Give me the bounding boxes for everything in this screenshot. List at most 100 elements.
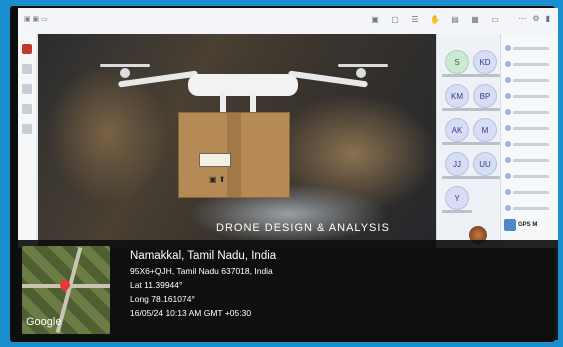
latitude: Lat 11.39944°	[130, 280, 183, 290]
participant-avatar[interactable]: BP	[470, 84, 500, 111]
item-icon	[505, 173, 511, 179]
avatar-initials: Y	[454, 193, 460, 203]
avatar-initials: UU	[479, 159, 491, 169]
item-icon	[505, 141, 511, 147]
avatar-name-bar	[470, 74, 500, 77]
more-options-icon[interactable]: ▭	[488, 12, 502, 26]
list-item[interactable]	[505, 172, 555, 180]
item-icon	[505, 125, 511, 131]
list-item[interactable]	[505, 156, 555, 164]
item-icon	[505, 61, 511, 67]
right-panel	[500, 34, 558, 248]
package-symbols: ▣ ⬆	[209, 175, 226, 184]
list-item[interactable]	[505, 108, 555, 116]
avatar-name-bar	[470, 108, 500, 111]
avatar-initials: M	[481, 125, 489, 135]
toolbar: ▣ ▢ ☰ ✋ ▤ ▦ ▭	[368, 12, 502, 26]
gps-app-label: GPS M	[518, 222, 538, 228]
avatar-name-bar	[442, 142, 472, 145]
window-title: ▣ ▣ ▭	[24, 16, 48, 23]
participant-avatar[interactable]: KM	[442, 84, 472, 111]
item-text-bar	[513, 62, 549, 66]
participant-avatar[interactable]: JJ	[442, 152, 472, 179]
list-item[interactable]	[505, 60, 555, 68]
avatar-initials: KM	[451, 91, 463, 101]
list-item[interactable]	[505, 204, 555, 212]
avatar-name-bar	[442, 176, 472, 179]
item-icon	[505, 205, 511, 211]
ellipsis-icon[interactable]: ⋯	[518, 14, 526, 23]
item-text-bar	[513, 126, 549, 130]
participants-panel: S KD KM BP AK M JJ UU Y	[436, 34, 501, 248]
list-item[interactable]	[505, 140, 555, 148]
map-thumbnail: Google	[22, 246, 110, 334]
drone-motor	[356, 68, 366, 78]
participant-avatar[interactable]: AK	[442, 118, 472, 145]
participant-avatar[interactable]: M	[470, 118, 500, 145]
item-text-bar	[513, 190, 549, 194]
item-text-bar	[513, 174, 549, 178]
item-icon	[505, 45, 511, 51]
item-text-bar	[513, 158, 549, 162]
sidebar-item-activity[interactable]	[22, 44, 32, 54]
avatar-initials: BP	[479, 91, 491, 101]
close-icon[interactable]: ▮	[546, 14, 550, 23]
avatar-name-bar	[442, 210, 472, 213]
sidebar-item-teams[interactable]	[22, 84, 32, 94]
left-sidebar	[18, 34, 37, 248]
list-item[interactable]	[505, 124, 555, 132]
gps-app-icon[interactable]	[504, 219, 516, 231]
participant-avatar[interactable]: S	[442, 50, 472, 77]
view-icon[interactable]: ▤	[448, 12, 462, 26]
item-icon	[505, 109, 511, 115]
item-text-bar	[513, 94, 549, 98]
item-icon	[505, 157, 511, 163]
camera-icon[interactable]: ▣	[368, 12, 382, 26]
place-name: Namakkal, Tamil Nadu, India	[130, 250, 277, 262]
avatar-name-bar	[442, 108, 472, 111]
avatar-initials: AK	[451, 125, 463, 135]
avatar-name-bar	[470, 176, 500, 179]
participant-avatar[interactable]: KD	[470, 50, 500, 77]
avatar-name-bar	[442, 74, 472, 77]
participant-avatar[interactable]: UU	[470, 152, 500, 179]
participant-avatar[interactable]: Y	[442, 186, 472, 213]
longitude: Long 78.161074°	[130, 294, 195, 304]
item-text-bar	[513, 110, 549, 114]
sidebar-item-chat[interactable]	[22, 64, 32, 74]
settings-icon[interactable]: ⚙	[532, 14, 539, 23]
list-item[interactable]	[505, 188, 555, 196]
drone-body	[188, 74, 298, 96]
sidebar-item-calls[interactable]	[22, 124, 32, 134]
drone-motor	[120, 68, 130, 78]
item-text-bar	[513, 206, 549, 210]
item-text-bar	[513, 142, 549, 146]
datetime: 16/05/24 10:13 AM GMT +05:30	[130, 308, 252, 318]
list-item[interactable]	[505, 92, 555, 100]
sidebar-item-calendar[interactable]	[22, 104, 32, 114]
location-info: Namakkal, Tamil Nadu, India 95X6+QJH, Ta…	[130, 250, 276, 322]
drone-propeller	[338, 64, 388, 67]
apps-icon[interactable]: ▦	[468, 12, 482, 26]
package-label	[199, 153, 231, 167]
avatar-name-bar	[470, 142, 500, 145]
item-icon	[505, 189, 511, 195]
shared-video: ▣ ⬆ DRONE DESIGN & ANALYSIS	[38, 34, 436, 248]
window-controls: ⋯ ⚙ ▮	[518, 14, 550, 23]
item-text-bar	[513, 46, 549, 50]
meeting-screen: ▣ ▣ ▭ ▣ ▢ ☰ ✋ ▤ ▦ ▭ ⋯ ⚙ ▮ ▣ ⬆ DRONE DESI…	[18, 8, 558, 248]
drone-propeller	[100, 64, 150, 67]
raise-hand-icon[interactable]: ✋	[428, 12, 442, 26]
list-item[interactable]	[505, 44, 555, 52]
cardboard-package: ▣ ⬆	[178, 112, 290, 198]
address: 95X6+QJH, Tamil Nadu 637018, India	[130, 266, 273, 276]
chat-icon[interactable]: ▢	[388, 12, 402, 26]
background-blur	[48, 64, 168, 204]
list-item[interactable]	[505, 76, 555, 84]
item-icon	[505, 93, 511, 99]
item-text-bar	[513, 78, 549, 82]
map-brand: Google	[26, 316, 62, 328]
item-icon	[505, 77, 511, 83]
people-icon[interactable]: ☰	[408, 12, 422, 26]
video-caption: DRONE DESIGN & ANALYSIS	[216, 222, 390, 234]
